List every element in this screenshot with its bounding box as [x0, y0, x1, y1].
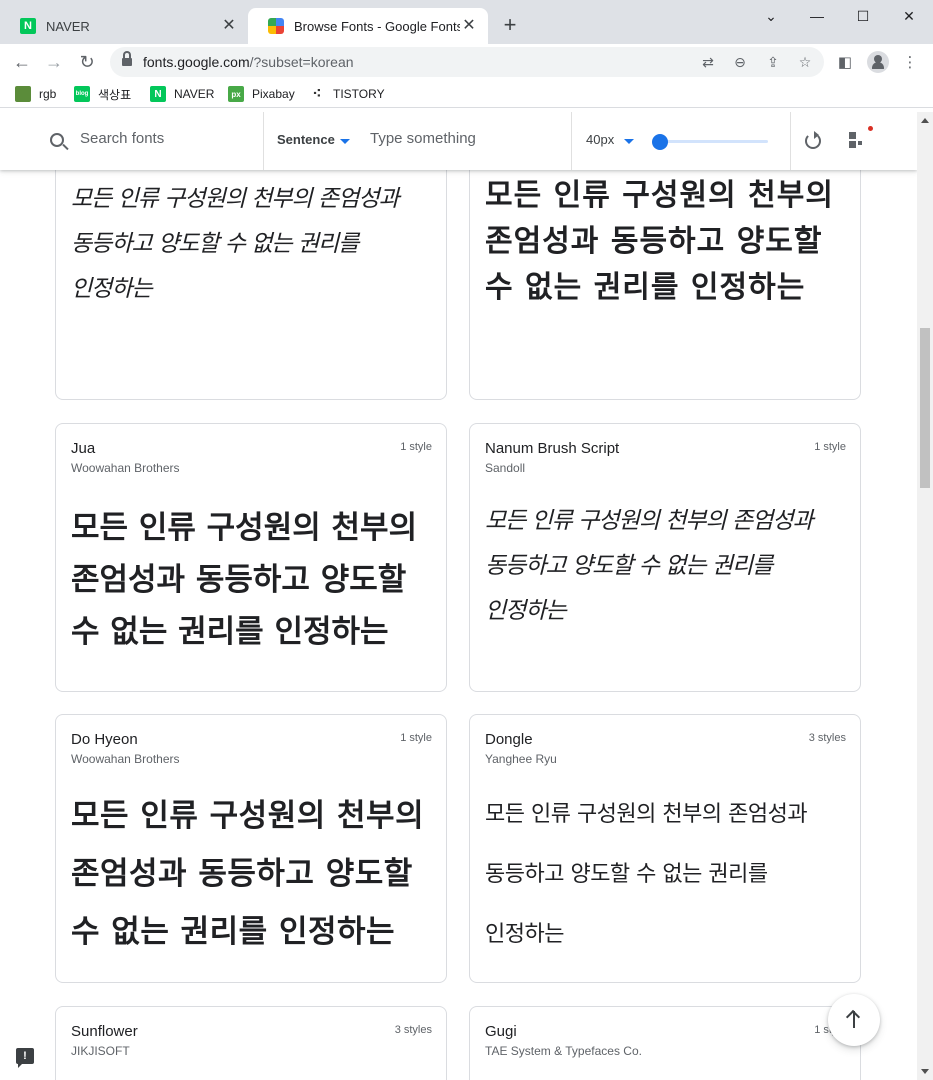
bookmark-label: 색상표: [98, 87, 132, 102]
close-window-button[interactable]: ✕: [894, 6, 924, 26]
font-toolbar: Sentence 40px: [0, 112, 917, 170]
font-sample: 모든 인류 구성원의 천부의 존엄성과 동등하고 양도할 수 없는 권리를 인정…: [485, 802, 808, 947]
divider: [263, 112, 264, 170]
font-designer: TAE System & Typefaces Co.: [485, 1044, 642, 1058]
forward-button[interactable]: →: [42, 50, 66, 74]
notification-dot: [868, 126, 873, 131]
bookmarks-bar: rgb blog 색상표 N NAVER px Pixabay ⁖ TISTOR…: [0, 80, 933, 108]
font-card-sunflower[interactable]: Sunflower JIKJISOFT 3 styles: [55, 1006, 447, 1080]
font-designer: Yanghee Ryu: [485, 752, 557, 766]
side-panel-icon[interactable]: ◧: [834, 52, 856, 74]
lock-icon[interactable]: [122, 51, 132, 67]
divider: [790, 112, 791, 170]
font-name: Jua: [71, 440, 96, 457]
font-styles-count: 1 style: [814, 441, 846, 453]
page-scrollbar[interactable]: [917, 112, 933, 1080]
tab-title: Browse Fonts - Google Fonts: [294, 18, 460, 34]
scroll-up-icon[interactable]: [921, 118, 929, 123]
font-sample: 모든 인류 구성원의 천부의 존엄성과 동등하고 양도할 수 없는 권리를 인정…: [485, 178, 834, 305]
close-icon[interactable]: ✕: [220, 17, 238, 35]
tab-google-fonts[interactable]: Browse Fonts - Google Fonts ✕: [248, 8, 488, 44]
slider-thumb[interactable]: [652, 134, 669, 150]
font-name: Sunflower: [71, 1023, 138, 1040]
preview-text-input[interactable]: [370, 130, 560, 147]
font-designer: Sandoll: [485, 461, 526, 475]
bookmark-label: TISTORY: [333, 87, 385, 101]
font-styles-count: 1 style: [400, 441, 432, 453]
naver-icon: N: [20, 18, 36, 34]
font-name: Dongle: [485, 731, 533, 748]
translate-icon[interactable]: ⇄: [698, 52, 718, 72]
profile-avatar[interactable]: [867, 51, 889, 73]
font-name: Nanum Brush Script: [485, 440, 620, 457]
tistory-icon: ⁖: [312, 86, 322, 101]
zoom-icon[interactable]: ⊖: [730, 52, 750, 72]
bookmark-naver[interactable]: N NAVER: [150, 84, 214, 104]
address-bar[interactable]: fonts.google.com/?subset=korean ⇄ ⊖ ⇪ ☆: [110, 47, 824, 77]
tab-title: NAVER: [46, 18, 90, 34]
share-icon[interactable]: ⇪: [763, 52, 783, 72]
naver-icon: N: [150, 86, 166, 102]
reset-icon[interactable]: [805, 131, 821, 149]
font-sample: 모든 인류 구성원의 천부의 존엄성과 동등하고 양도할 수 없는 권리를 인정…: [71, 510, 418, 650]
font-card-gugi[interactable]: Gugi TAE System & Typefaces Co. 1 style: [469, 1006, 861, 1080]
font-styles-count: 3 styles: [808, 732, 846, 744]
font-sample: 모든 인류 구성원의 천부의 존엄성과 동등하고 양도할 수 없는 권리를 인정…: [71, 186, 400, 302]
chevron-down-icon[interactable]: [340, 139, 350, 144]
scroll-thumb[interactable]: [920, 328, 930, 488]
minimize-button[interactable]: —: [802, 6, 832, 26]
feedback-icon[interactable]: !: [16, 1048, 34, 1068]
bookmark-label: Pixabay: [252, 87, 295, 101]
back-button[interactable]: ←: [10, 50, 34, 74]
font-sample: 모든 인류 구성원의 천부의 존엄성과 동등하고 양도할 수 없는 권리를 인정…: [71, 798, 425, 950]
bookmark-tistory[interactable]: ⁖ TISTORY: [309, 84, 385, 104]
search-input[interactable]: [80, 130, 250, 147]
font-designer: JIKJISOFT: [71, 1044, 130, 1058]
font-designer: Woowahan Brothers: [71, 752, 180, 766]
font-name: Do Hyeon: [71, 731, 138, 748]
bookmark-rgb[interactable]: rgb: [15, 84, 56, 104]
google-fonts-icon: [268, 18, 284, 34]
page-viewport: Sentence 40px 모든 인류 구성원의 천부의 존엄성과 동등하고 양…: [0, 112, 917, 1080]
blog-icon: blog: [74, 86, 90, 102]
image-icon: [15, 86, 31, 102]
font-card-dongle[interactable]: Dongle Yanghee Ryu 3 styles 모든 인류 구성원의 천…: [469, 714, 861, 983]
tab-naver[interactable]: N NAVER ✕: [0, 8, 248, 44]
scroll-to-top-button[interactable]: [828, 994, 880, 1046]
maximize-button[interactable]: ☐: [848, 6, 878, 26]
font-designer: Woowahan Brothers: [71, 461, 180, 475]
font-size-slider[interactable]: [658, 140, 768, 143]
font-card-jua[interactable]: Jua Woowahan Brothers 1 style 모든 인류 구성원의…: [55, 423, 447, 692]
reload-button[interactable]: ↻: [75, 50, 99, 74]
font-styles-count: 1 style: [400, 732, 432, 744]
preview-mode-select[interactable]: Sentence: [277, 132, 335, 147]
tab-search-chevron-icon[interactable]: ⌄: [756, 6, 786, 26]
bookmark-pixabay[interactable]: px Pixabay: [228, 84, 295, 104]
chevron-down-icon[interactable]: [624, 139, 634, 144]
scroll-down-icon[interactable]: [921, 1069, 929, 1074]
bookmark-label: NAVER: [174, 87, 215, 101]
url-text: fonts.google.com/?subset=korean: [143, 54, 354, 70]
font-name: Gugi: [485, 1023, 517, 1040]
bookmark-color-table[interactable]: blog 색상표: [74, 84, 131, 104]
font-sample: 모든 인류 구성원의 천부의 존엄성과 동등하고 양도할 수 없는 권리를 인정…: [485, 508, 814, 624]
pixabay-icon: px: [228, 86, 244, 102]
font-card-nanum-brush-script[interactable]: Nanum Brush Script Sandoll 1 style 모든 인류…: [469, 423, 861, 692]
selected-families-icon[interactable]: [849, 132, 867, 150]
font-size-select[interactable]: 40px: [586, 132, 614, 147]
divider: [571, 112, 572, 170]
close-icon[interactable]: ✕: [460, 17, 478, 35]
font-styles-count: 3 styles: [394, 1024, 432, 1036]
new-tab-button[interactable]: +: [498, 14, 522, 38]
tab-strip: N NAVER ✕ Browse Fonts - Google Fonts ✕ …: [0, 0, 933, 44]
menu-kebab-icon[interactable]: ⋮: [899, 52, 921, 74]
bookmark-label: rgb: [39, 87, 57, 101]
search-icon: [50, 133, 64, 147]
browser-toolbar: ← → ↻ fonts.google.com/?subset=korean ⇄ …: [0, 44, 933, 80]
font-card-do-hyeon[interactable]: Do Hyeon Woowahan Brothers 1 style 모든 인류…: [55, 714, 447, 983]
bookmark-star-icon[interactable]: ☆: [795, 52, 815, 72]
